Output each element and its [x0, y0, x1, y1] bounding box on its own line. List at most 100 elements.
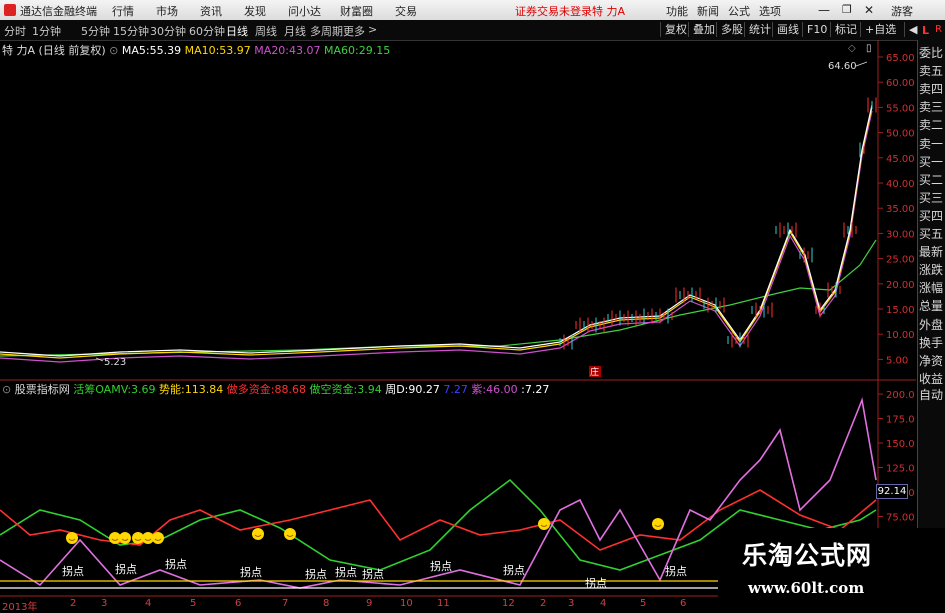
side-item[interactable]: 买五	[918, 225, 944, 243]
smiley-icon	[252, 528, 264, 540]
period-1min[interactable]: 1分钟	[32, 23, 61, 39]
overlay-button[interactable]: 叠加	[688, 22, 719, 37]
restore-rights-button[interactable]: 复权	[660, 22, 691, 37]
month-label: 6	[680, 598, 687, 609]
menu-formula[interactable]: 公式	[728, 3, 750, 19]
stats-button[interactable]: 统计	[744, 22, 775, 37]
period-more[interactable]: 更多	[343, 23, 365, 39]
indicator-y-tick-label: 125.0	[886, 464, 915, 475]
turn-point-label: 拐点	[165, 557, 187, 571]
side-item[interactable]: 买三	[918, 189, 944, 207]
period-weekly[interactable]: 周线	[255, 23, 277, 39]
ma10-line	[0, 106, 873, 359]
f10-button[interactable]: F10	[802, 22, 831, 37]
side-item[interactable]: 卖一	[918, 135, 944, 153]
low-price-label: 5.23	[104, 357, 126, 368]
side-item[interactable]: 卖二	[918, 116, 944, 134]
menu-function[interactable]: 功能	[666, 3, 688, 19]
main-y-tick-label: 10.00	[886, 330, 915, 341]
side-item[interactable]: 外盘	[918, 316, 944, 334]
menu-market-quotes[interactable]: 行情	[112, 3, 134, 19]
app-title: 通达信金融终端	[20, 5, 97, 18]
menu-bar: 通达信金融终端 行情 市场 资讯 发现 问小达 财富圈 交易 证券交易未登录 特…	[0, 0, 945, 21]
maximize-icon[interactable]: ❐	[842, 3, 852, 16]
panel-r-label[interactable]: R	[935, 24, 942, 35]
menu-options[interactable]: 选项	[759, 3, 781, 19]
turn-point-label: 拐点	[115, 562, 137, 576]
more-chevron-icon[interactable]: >	[368, 23, 377, 36]
high-price-label: 64.60	[828, 61, 857, 72]
side-item[interactable]: 卖五	[918, 62, 944, 80]
smiley-icon	[284, 528, 296, 540]
login-warning[interactable]: 证券交易未登录	[515, 3, 592, 19]
month-label: 4	[600, 598, 607, 609]
chart-diamond-icon[interactable]: ◇	[848, 43, 856, 54]
side-item[interactable]: 买二	[918, 171, 944, 189]
turn-point-label: 拐点	[62, 564, 84, 578]
panel-l-label[interactable]: L	[922, 24, 929, 37]
smiley-icon	[652, 518, 664, 530]
side-item[interactable]: 总量	[918, 297, 944, 315]
side-item[interactable]: 卖三	[918, 98, 944, 116]
smiley-icon	[119, 532, 131, 544]
back-arrow-icon[interactable]: ◀	[904, 22, 921, 37]
main-y-tick-label: 20.00	[886, 280, 915, 291]
side-item[interactable]: 最新	[918, 243, 944, 261]
main-y-tick-label: 5.00	[886, 355, 908, 366]
period-5min[interactable]: 5分钟	[81, 23, 110, 39]
period-15min[interactable]: 15分钟	[113, 23, 149, 39]
side-item[interactable]: 净资	[918, 352, 944, 370]
menu-wealth[interactable]: 财富圈	[340, 3, 373, 19]
ma20-line	[0, 110, 873, 363]
menu-market[interactable]: 市场	[156, 3, 178, 19]
chart-canvas[interactable]: 65.0060.0055.0050.0045.0040.0035.0030.00…	[0, 40, 917, 609]
month-label: 2	[70, 598, 77, 609]
minimize-icon[interactable]: —	[818, 3, 830, 17]
period-multi[interactable]: 多周期	[310, 23, 343, 39]
close-icon[interactable]: ✕	[864, 3, 874, 17]
side-item[interactable]: 委比	[918, 44, 944, 62]
menu-news-right[interactable]: 新闻	[697, 3, 719, 19]
main-price-lines	[0, 97, 877, 363]
menu-news[interactable]: 资讯	[200, 3, 222, 19]
period-monthly[interactable]: 月线	[284, 23, 306, 39]
turn-point-label: 拐点	[362, 567, 384, 581]
mark-button[interactable]: 标记	[830, 22, 861, 37]
side-item[interactable]: 涨幅	[918, 279, 944, 297]
guest-label[interactable]: 游客	[891, 3, 913, 19]
turn-point-label: 拐点	[430, 559, 452, 573]
month-label: 3	[101, 598, 108, 609]
side-item[interactable]: 卖四	[918, 80, 944, 98]
turn-point-label: 拐点	[240, 565, 262, 579]
side-item[interactable]: 换手	[918, 334, 944, 352]
period-intraday[interactable]: 分时	[4, 23, 26, 39]
multi-stock-button[interactable]: 多股	[716, 22, 747, 37]
period-60min[interactable]: 60分钟	[189, 23, 225, 39]
auto-button[interactable]: 自动	[918, 386, 944, 404]
menu-trade[interactable]: 交易	[395, 3, 417, 19]
menu-ask[interactable]: 问小达	[288, 3, 321, 19]
draw-line-button[interactable]: 画线	[772, 22, 803, 37]
side-item[interactable]: 涨跌	[918, 261, 944, 279]
side-item[interactable]: 买一	[918, 153, 944, 171]
main-y-tick-label: 25.00	[886, 255, 915, 266]
watermark-title: 乐淘公式网	[742, 541, 873, 570]
month-label: 12	[502, 598, 515, 609]
period-daily[interactable]: 日线	[226, 23, 248, 39]
smiley-icon	[66, 532, 78, 544]
indicator-y-tick-label: 175.0	[886, 415, 915, 426]
smiley-icon	[538, 518, 550, 530]
side-item[interactable]: 买四	[918, 207, 944, 225]
chart-corner-icon[interactable]: ▯	[866, 43, 872, 54]
main-y-tick-label: 30.00	[886, 229, 915, 240]
main-y-axis: 65.00 60.00 55.00 50.00 45.00 40.00 35.00 30.00…	[878, 53, 915, 366]
period-30min[interactable]: 30分钟	[150, 23, 186, 39]
main-y-tick-label: 35.00	[886, 204, 915, 215]
turn-point-label: 拐点	[585, 576, 607, 590]
main-y-tick-label: 60.00	[886, 78, 915, 89]
add-watchlist-button[interactable]: +自选	[860, 22, 900, 37]
menu-discover[interactable]: 发现	[244, 3, 266, 19]
turn-point-label: 拐点	[335, 565, 357, 579]
month-label: 4	[145, 598, 152, 609]
turn-point-label: 拐点	[503, 563, 525, 577]
